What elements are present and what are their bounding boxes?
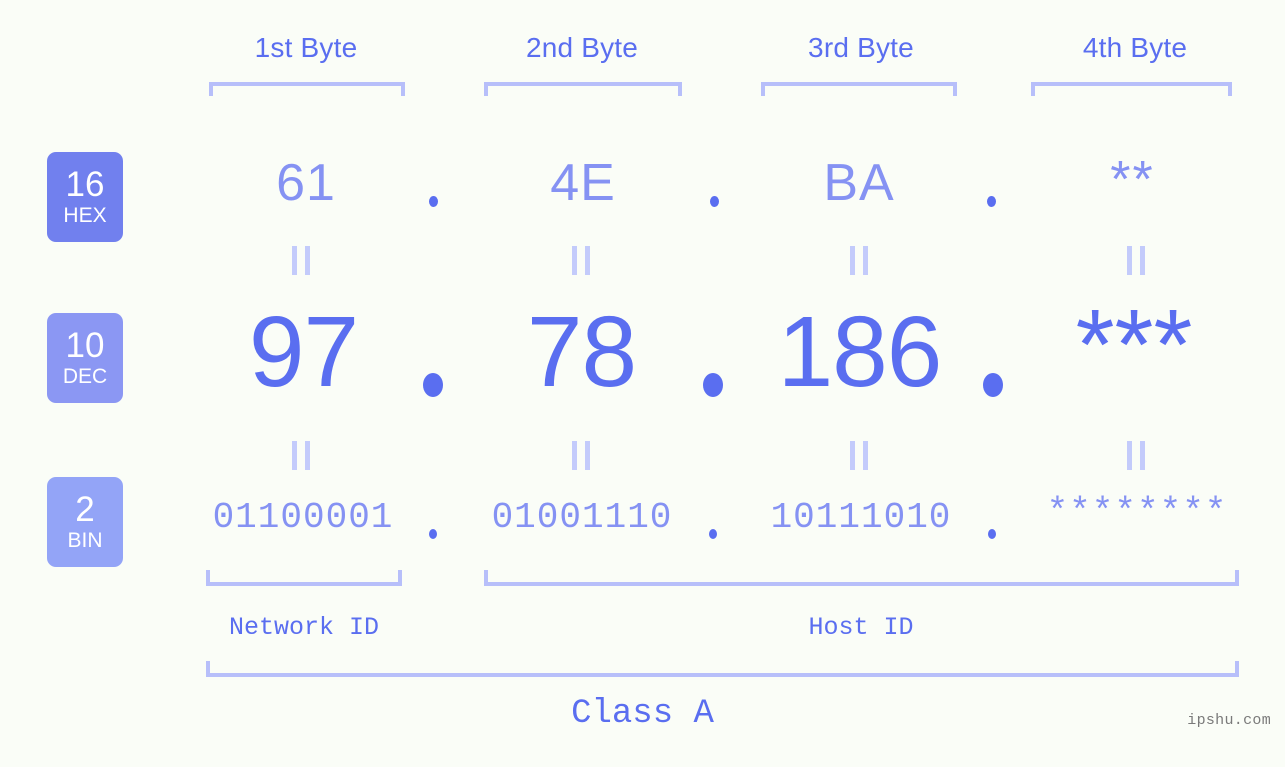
network-id-bracket <box>206 570 402 586</box>
radix-badge-dec-label: DEC <box>62 364 108 388</box>
equals-bar <box>850 246 855 275</box>
hex-byte-value-2: 4E <box>550 154 616 212</box>
equals-connector-hex-dec-1 <box>292 246 310 275</box>
network-id-label: Network ID <box>228 613 380 642</box>
byte-bracket-top-3 <box>761 82 957 96</box>
equals-bar <box>863 441 868 470</box>
hex-byte-value-1: 61 <box>276 154 336 212</box>
bin-byte-value-4: ******** <box>1046 492 1228 533</box>
byte-header-label-1: 1st Byte <box>254 32 358 63</box>
hex-dot-separator-1 <box>429 196 438 207</box>
equals-bar <box>1140 441 1145 470</box>
equals-connector-hex-dec-2 <box>572 246 590 275</box>
equals-connector-dec-bin-1 <box>292 441 310 470</box>
radix-badge-bin: 2 BIN <box>47 477 123 567</box>
byte-header-label-4: 4th Byte <box>1082 32 1188 63</box>
byte-bracket-top-2 <box>484 82 682 96</box>
byte-bracket-top-4 <box>1031 82 1232 96</box>
equals-bar <box>850 441 855 470</box>
byte-bracket-top-1 <box>209 82 405 96</box>
radix-badge-hex: 16 HEX <box>47 152 123 242</box>
hex-dot-separator-2 <box>710 196 719 207</box>
host-id-bracket <box>484 570 1239 586</box>
dec-byte-value-1: 97 <box>248 296 359 408</box>
site-watermark: ipshu.com <box>1187 712 1271 729</box>
radix-badge-bin-number: 2 <box>75 490 95 530</box>
hex-byte-value-3: BA <box>823 154 895 212</box>
hex-dot-separator-3 <box>987 196 996 207</box>
equals-bar <box>292 441 297 470</box>
byte-header-label-2: 2nd Byte <box>525 32 639 63</box>
radix-badge-hex-number: 16 <box>65 165 105 205</box>
bin-byte-value-3: 10111010 <box>770 497 952 538</box>
bin-dot-separator-3 <box>988 529 996 539</box>
radix-badge-hex-label: HEX <box>63 203 107 227</box>
equals-bar <box>572 441 577 470</box>
radix-badge-dec-number: 10 <box>65 326 105 366</box>
radix-badge-bin-label: BIN <box>67 528 103 552</box>
bin-byte-value-2: 01001110 <box>491 497 673 538</box>
equals-connector-dec-bin-3 <box>850 441 868 470</box>
dec-dot-separator-1 <box>423 373 443 397</box>
byte-header-label-3: 3rd Byte <box>808 32 914 63</box>
equals-connector-dec-bin-4 <box>1127 441 1145 470</box>
equals-bar <box>292 246 297 275</box>
equals-bar <box>1127 246 1132 275</box>
dec-dot-separator-3 <box>983 373 1003 397</box>
equals-bar <box>1140 246 1145 275</box>
bin-byte-value-1: 01100001 <box>212 497 394 538</box>
dec-dot-separator-2 <box>703 373 723 397</box>
bin-dot-separator-1 <box>429 529 437 539</box>
dec-byte-value-4: *** <box>1075 289 1193 401</box>
equals-bar <box>305 441 310 470</box>
dec-byte-value-2: 78 <box>526 296 637 408</box>
equals-bar <box>1127 441 1132 470</box>
equals-bar <box>585 246 590 275</box>
radix-badge-dec: 10 DEC <box>47 313 123 403</box>
equals-bar <box>585 441 590 470</box>
equals-bar <box>305 246 310 275</box>
equals-connector-hex-dec-3 <box>850 246 868 275</box>
equals-connector-dec-bin-2 <box>572 441 590 470</box>
hex-byte-value-4: ** <box>1110 151 1155 209</box>
equals-bar <box>863 246 868 275</box>
class-label: Class A <box>571 695 714 733</box>
equals-bar <box>572 246 577 275</box>
ip-byte-breakdown-diagram: 1st Byte 2nd Byte 3rd Byte 4th Byte 16 H… <box>0 0 1285 767</box>
host-id-label: Host ID <box>808 613 914 642</box>
equals-connector-hex-dec-4 <box>1127 246 1145 275</box>
bin-dot-separator-2 <box>709 529 717 539</box>
dec-byte-value-3: 186 <box>777 296 943 408</box>
class-bracket <box>206 661 1239 677</box>
